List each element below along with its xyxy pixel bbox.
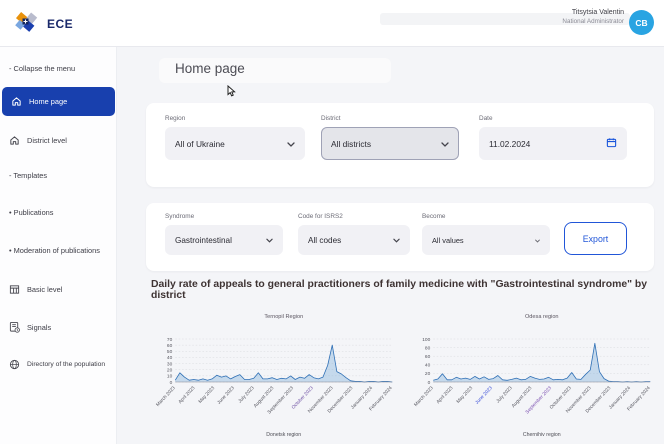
code-select[interactable]: All codes bbox=[298, 225, 410, 255]
user-info[interactable]: Titsytsia Valentin National Administrato… bbox=[562, 9, 624, 25]
date-input[interactable]: 11.02.2024 bbox=[479, 127, 627, 160]
chevron-down-icon bbox=[287, 139, 295, 149]
sidebar-item-home-page[interactable]: Home page bbox=[2, 87, 115, 116]
sidebar-item-label: Directory of the population bbox=[27, 361, 105, 368]
svg-text:May 2023: May 2023 bbox=[455, 385, 474, 405]
sidebar-item-publications[interactable]: • Publications bbox=[0, 208, 117, 217]
mouse-cursor bbox=[227, 84, 236, 102]
sidebar-item-label: Home page bbox=[29, 97, 67, 106]
sidebar-item-label: Basic level bbox=[27, 285, 62, 294]
sidebar-item-signals[interactable]: Signals bbox=[0, 321, 117, 333]
logo[interactable]: ECE bbox=[13, 9, 73, 39]
svg-text:60: 60 bbox=[424, 354, 430, 360]
app-window: ECE Titsytsia Valentin National Administ… bbox=[0, 0, 664, 444]
region-field: Region All of Ukraine bbox=[165, 115, 305, 160]
code-field: Code for ISRS2 All codes bbox=[298, 213, 410, 255]
sidebar-item-district-level[interactable]: District level bbox=[0, 135, 117, 146]
logo-text: ECE bbox=[47, 17, 73, 31]
svg-text:June 2023: June 2023 bbox=[474, 385, 494, 406]
globe-icon bbox=[9, 359, 20, 370]
svg-text:40: 40 bbox=[424, 363, 430, 369]
sidebar-item-collapse-menu[interactable]: - Collapse the menu bbox=[0, 64, 117, 73]
region-select[interactable]: All of Ukraine bbox=[165, 127, 305, 160]
charts-section-title: Daily rate of appeals to general practit… bbox=[151, 279, 656, 301]
table-icon bbox=[9, 284, 20, 295]
svg-text:Ternopil Region: Ternopil Region bbox=[264, 314, 303, 320]
sidebar-item-templates[interactable]: - Templates bbox=[0, 171, 117, 180]
svg-text:80: 80 bbox=[424, 345, 430, 351]
svg-text:10: 10 bbox=[167, 374, 173, 380]
chevron-down-icon bbox=[535, 236, 540, 245]
charts-row: Ternopil Region010203040506070March 2023… bbox=[145, 305, 660, 441]
avatar[interactable]: CB bbox=[629, 10, 654, 35]
svg-text:50: 50 bbox=[167, 349, 173, 355]
home-icon bbox=[9, 135, 20, 146]
svg-text:0: 0 bbox=[427, 380, 430, 386]
user-role: National Administrator bbox=[562, 18, 624, 25]
svg-text:June 2023: June 2023 bbox=[216, 385, 236, 406]
svg-text:May 2023: May 2023 bbox=[197, 385, 216, 405]
sidebar-item-label: Signals bbox=[27, 323, 51, 332]
region-label: Region bbox=[165, 115, 305, 122]
sidebar-item-label: - Templates bbox=[9, 171, 47, 180]
svg-text:0: 0 bbox=[170, 380, 173, 386]
chevron-down-icon bbox=[393, 236, 400, 245]
sidebar-item-directory-of-population[interactable]: Directory of the population bbox=[0, 359, 117, 370]
svg-text:100: 100 bbox=[422, 337, 430, 343]
svg-text:March 2023: March 2023 bbox=[155, 385, 177, 408]
svg-text:30: 30 bbox=[167, 361, 173, 367]
home-icon bbox=[11, 96, 22, 107]
sidebar: - Collapse the menu Home page District l… bbox=[0, 47, 117, 444]
sidebar-item-basic-level[interactable]: Basic level bbox=[0, 284, 117, 295]
sidebar-item-label: District level bbox=[27, 136, 67, 145]
date-label: Date bbox=[479, 115, 627, 122]
svg-text:July 2023: July 2023 bbox=[237, 385, 256, 404]
signals-icon bbox=[9, 321, 20, 333]
syndrome-field: Syndrome Gastrointestinal bbox=[165, 213, 283, 255]
syndrome-label: Syndrome bbox=[165, 213, 283, 220]
sidebar-item-label: - Collapse the menu bbox=[9, 64, 75, 73]
svg-text:July 2023: July 2023 bbox=[495, 385, 514, 404]
svg-text:April 2023: April 2023 bbox=[435, 385, 454, 405]
calendar-icon[interactable] bbox=[606, 137, 617, 150]
svg-text:March 2023: March 2023 bbox=[413, 385, 435, 408]
become-field: Become All values bbox=[422, 213, 550, 255]
svg-text:70: 70 bbox=[167, 337, 173, 343]
code-label: Code for ISRS2 bbox=[298, 213, 410, 220]
chevron-down-icon bbox=[266, 236, 273, 245]
filters-card-syndrome: Syndrome Gastrointestinal Code for ISRS2… bbox=[146, 203, 654, 271]
chart-odesa-region[interactable]: Odesa region 0 20 40 60 80 100 March 2023April … bbox=[403, 305, 661, 441]
sidebar-item-moderation-of-publications[interactable]: • Moderation of publications bbox=[0, 246, 117, 255]
sidebar-item-label: • Publications bbox=[9, 208, 54, 217]
chevron-down-icon bbox=[441, 139, 449, 149]
sidebar-item-label: • Moderation of publications bbox=[9, 246, 100, 255]
chart-ternopil-region[interactable]: Ternopil Region 010203040506070 March 2023… bbox=[145, 305, 403, 441]
filters-card-location: Region All of Ukraine District All distr… bbox=[146, 103, 654, 187]
district-select[interactable]: All districts bbox=[321, 127, 459, 160]
export-button[interactable]: Export bbox=[564, 222, 627, 255]
svg-text:20: 20 bbox=[167, 368, 173, 374]
svg-text:Odesa region: Odesa region bbox=[524, 314, 558, 320]
district-label: District bbox=[321, 115, 459, 122]
become-select[interactable]: All values bbox=[422, 225, 550, 255]
become-label: Become bbox=[422, 213, 550, 220]
main-content: Home page Region All of Ukraine District… bbox=[117, 47, 664, 444]
svg-text:Chernihiv region: Chernihiv region bbox=[522, 432, 560, 438]
svg-text:Donetsk region: Donetsk region bbox=[266, 432, 301, 438]
page-title: Home page bbox=[175, 61, 245, 76]
ece-logo-icon bbox=[13, 9, 38, 39]
district-field: District All districts bbox=[321, 115, 459, 160]
svg-text:April 2023: April 2023 bbox=[177, 385, 196, 405]
user-name: Titsytsia Valentin bbox=[562, 9, 624, 16]
svg-text:40: 40 bbox=[167, 355, 173, 361]
top-header: ECE Titsytsia Valentin National Administ… bbox=[0, 0, 664, 47]
svg-text:60: 60 bbox=[167, 343, 173, 349]
syndrome-select[interactable]: Gastrointestinal bbox=[165, 225, 283, 255]
svg-text:20: 20 bbox=[424, 371, 430, 377]
date-field: Date 11.02.2024 bbox=[479, 115, 627, 160]
